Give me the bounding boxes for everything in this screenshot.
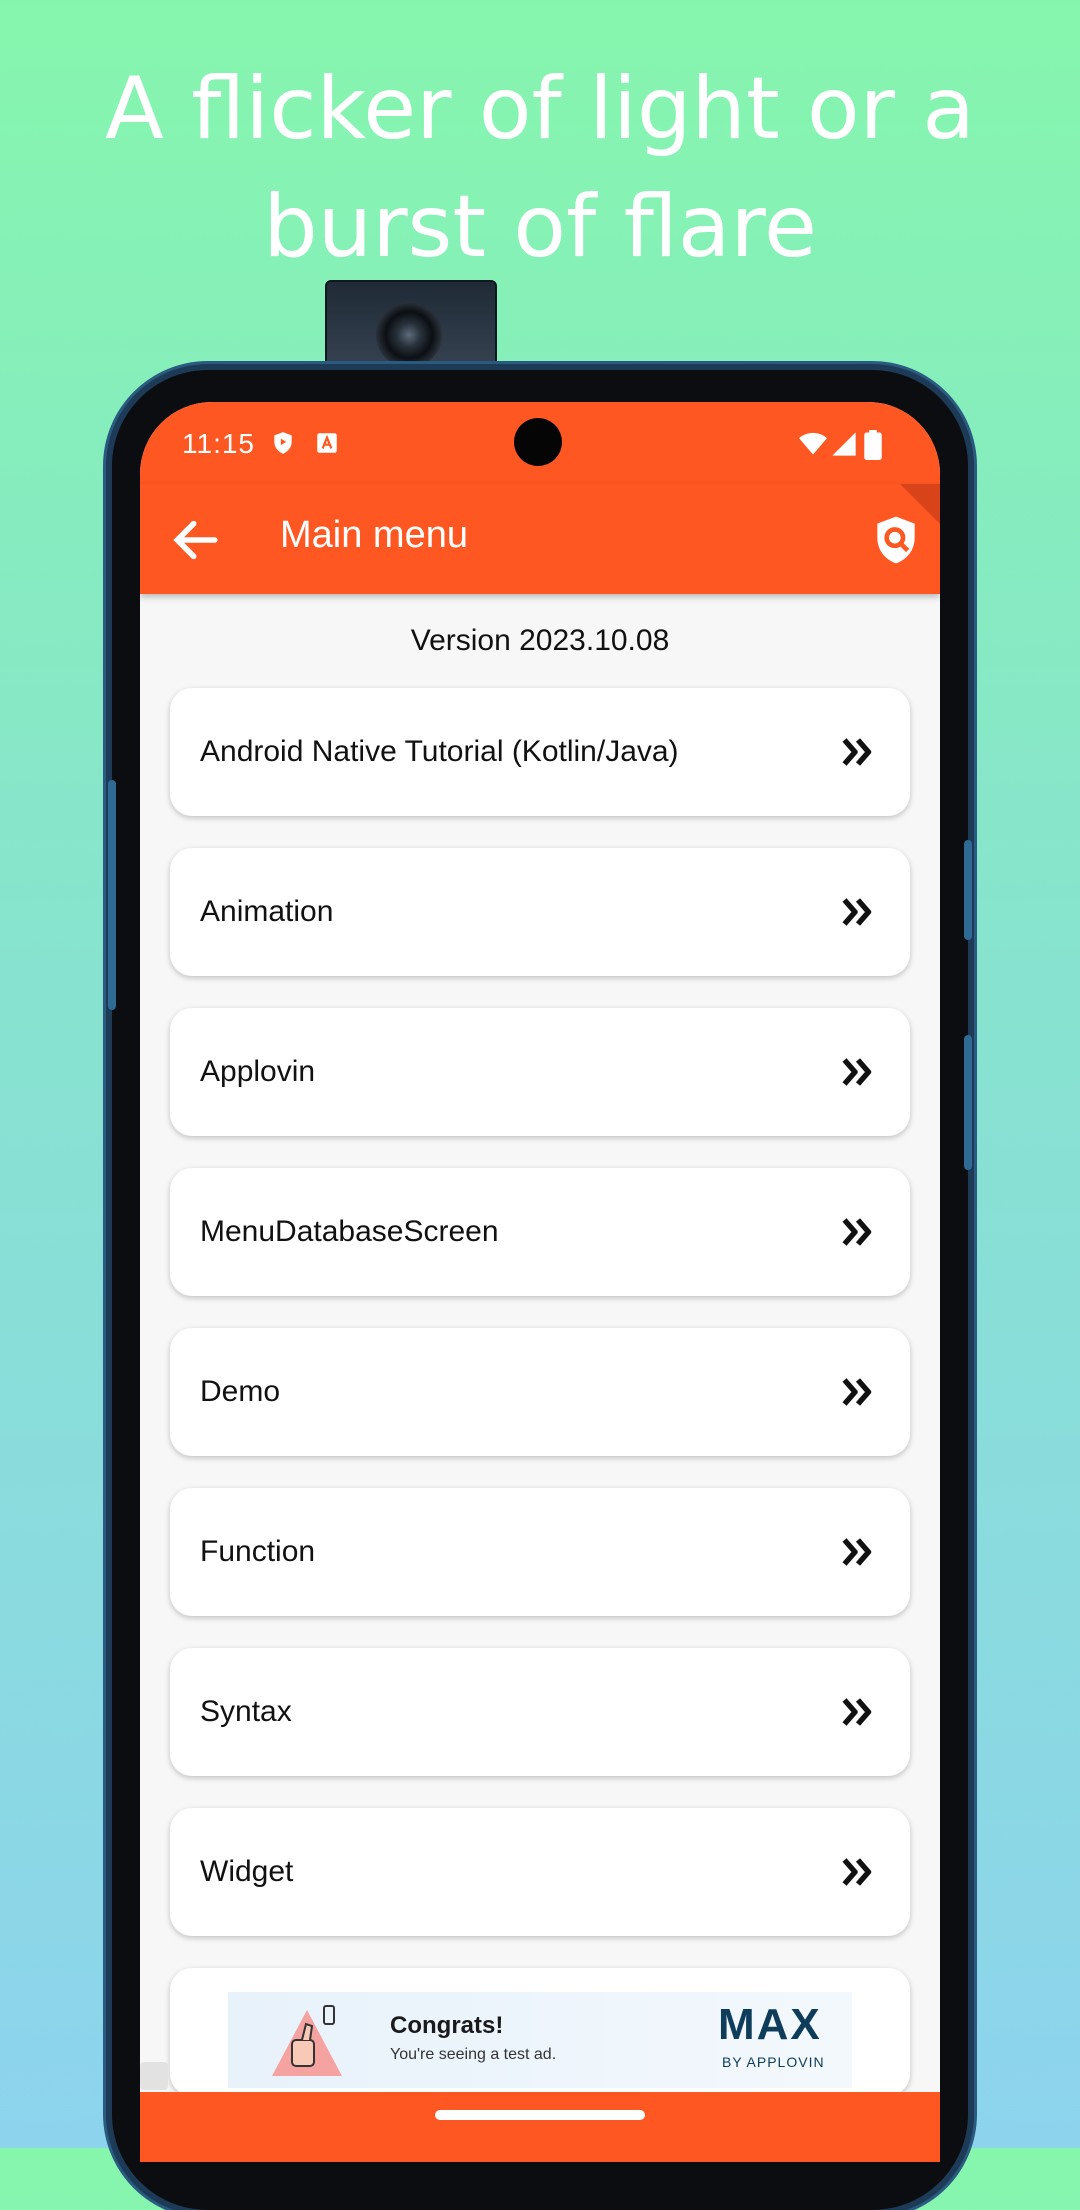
menu-item-widget[interactable]: Widget [170, 1808, 910, 1936]
menu-item-menu-database-screen[interactable]: MenuDatabaseScreen [170, 1168, 910, 1296]
status-time: 11:15 [182, 428, 255, 459]
double-chevron-right-icon [842, 1218, 872, 1246]
double-chevron-right-icon [842, 1538, 872, 1566]
applovin-byline: BY APPLOVIN [722, 2054, 825, 2070]
ad-subtitle: You're seeing a test ad. [390, 2046, 557, 2063]
menu-item-label: Demo [200, 1375, 281, 1408]
menu-item-syntax[interactable]: Syntax [170, 1648, 910, 1776]
menu-item-label: MenuDatabaseScreen [200, 1215, 499, 1248]
menu-item-label: Applovin [200, 1055, 316, 1088]
menu-item-demo[interactable]: Demo [170, 1328, 910, 1456]
menu-item-label: Syntax [200, 1695, 292, 1728]
menu-item-applovin[interactable]: Applovin [170, 1008, 910, 1136]
arrow-left-icon[interactable] [168, 512, 224, 568]
double-chevron-right-icon [842, 1058, 872, 1086]
menu-item-function[interactable]: Function [170, 1488, 910, 1616]
version-text: Version 2023.10.08 [410, 624, 670, 657]
double-chevron-right-icon [842, 1698, 872, 1726]
promo-headline: A flicker of light or a burst of flare [0, 50, 1080, 286]
promo-headline-line-2: burst of flare [263, 177, 817, 277]
promo-headline-line-1: A flicker of light or a [104, 59, 976, 159]
app-bar: Main menu [140, 484, 940, 594]
double-chevron-right-icon [842, 898, 872, 926]
menu-item-label: Widget [200, 1855, 294, 1888]
app-notification-icon [317, 433, 337, 453]
ad-congrats-text: Congrats! [390, 2012, 504, 2039]
battery-icon [864, 430, 882, 460]
phone-power-button [964, 1035, 972, 1170]
menu-item-label: Android Native Tutorial (Kotlin/Java) [200, 735, 679, 768]
camera-lens-icon [376, 302, 442, 368]
ad-banner[interactable]: Congrats! You're seeing a test ad. MAX B… [228, 1992, 852, 2088]
menu-item-label: Function [200, 1535, 316, 1568]
menu-item-android-native-tutorial[interactable]: Android Native Tutorial (Kotlin/Java) [170, 688, 910, 816]
debug-banner-corner [900, 484, 940, 524]
thumbs-up-icon [272, 2005, 342, 2076]
home-gesture-handle[interactable] [435, 2110, 645, 2120]
double-chevron-right-icon [842, 1858, 872, 1886]
popup-camera [325, 280, 497, 384]
phone-volume-button [964, 840, 972, 940]
wifi-icon [799, 432, 827, 455]
menu-item-animation[interactable]: Animation [170, 848, 910, 976]
page-title: Main menu [280, 514, 468, 556]
app-screen: 11:15 Main menu Version 2023.10.08 Andro… [140, 402, 940, 2162]
navigation-bar [140, 2092, 940, 2162]
double-chevron-right-icon [842, 1378, 872, 1406]
phone-side-button-left [108, 780, 116, 1010]
double-chevron-right-icon [842, 738, 872, 766]
max-logo: MAX [718, 2000, 822, 2049]
status-bar: 11:15 [140, 402, 940, 484]
ad-info-icon[interactable] [140, 2062, 168, 2090]
menu-item-label: Animation [200, 895, 334, 928]
front-camera-punch-hole [514, 418, 562, 466]
play-protect-icon [274, 432, 292, 454]
cell-signal-icon [832, 432, 856, 456]
